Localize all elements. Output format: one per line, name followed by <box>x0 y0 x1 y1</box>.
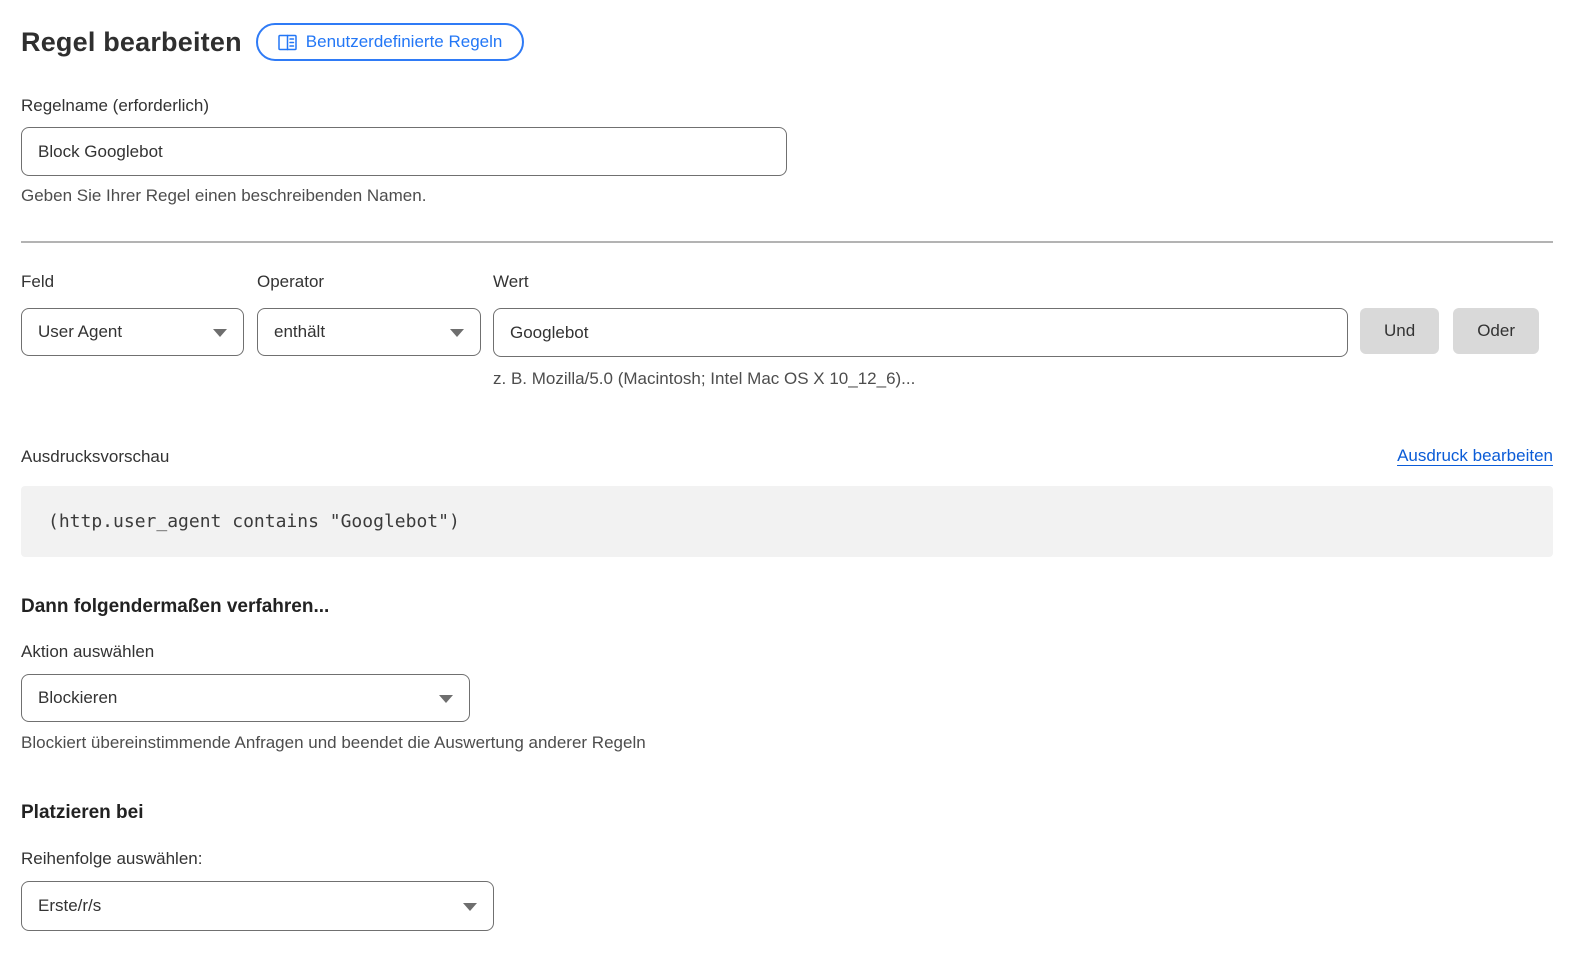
placement-label: Reihenfolge auswählen: <box>21 849 1553 868</box>
or-button[interactable]: Oder <box>1453 308 1539 354</box>
order-select-value: Erste/r/s <box>38 896 101 916</box>
value-help: z. B. Mozilla/5.0 (Macintosh; Intel Mac … <box>493 368 1348 389</box>
action-help: Blockiert übereinstimmende Anfragen und … <box>21 732 1553 753</box>
placement-section: Platzieren bei Reihenfolge auswählen: Er… <box>21 802 1553 931</box>
chevron-down-icon <box>450 329 464 337</box>
expression-header: Ausdrucksvorschau Ausdruck bearbeiten <box>21 446 1553 466</box>
custom-rules-button[interactable]: Benutzerdefinierte Regeln <box>256 23 525 61</box>
section-divider <box>21 241 1553 243</box>
rule-editor-page: Regel bearbeiten Benutzerdefinierte Rege… <box>0 0 1570 931</box>
page-title: Regel bearbeiten <box>21 27 242 58</box>
placement-heading: Platzieren bei <box>21 802 1553 824</box>
rule-name-input[interactable] <box>21 127 787 176</box>
order-select[interactable]: Erste/r/s <box>21 881 494 931</box>
and-button[interactable]: Und <box>1360 308 1439 354</box>
action-select[interactable]: Blockieren <box>21 674 470 722</box>
action-label: Aktion auswählen <box>21 642 1553 661</box>
expression-code-block: (http.user_agent contains "Googlebot") <box>21 486 1553 557</box>
title-row: Regel bearbeiten Benutzerdefinierte Rege… <box>21 22 1553 62</box>
field-column: Feld User Agent <box>21 272 244 356</box>
operator-select[interactable]: enthält <box>257 308 481 356</box>
rule-name-label: Regelname (erforderlich) <box>21 96 1553 115</box>
value-column: Wert z. B. Mozilla/5.0 (Macintosh; Intel… <box>493 272 1348 389</box>
chevron-down-icon <box>463 903 477 911</box>
operator-column: Operator enthält <box>257 272 481 356</box>
action-heading: Dann folgendermaßen verfahren... <box>21 596 1553 618</box>
value-input[interactable] <box>493 308 1348 357</box>
operator-select-value: enthält <box>274 322 325 342</box>
field-select[interactable]: User Agent <box>21 308 244 356</box>
value-label: Wert <box>493 272 1348 291</box>
field-select-value: User Agent <box>38 322 122 342</box>
rule-name-help: Geben Sie Ihrer Regel einen beschreibend… <box>21 185 1553 206</box>
expression-code: (http.user_agent contains "Googlebot") <box>48 511 460 532</box>
custom-rules-button-label: Benutzerdefinierte Regeln <box>306 32 503 52</box>
logic-buttons: Und Oder <box>1360 308 1539 354</box>
action-section: Dann folgendermaßen verfahren... Aktion … <box>21 596 1553 753</box>
action-select-value: Blockieren <box>38 688 117 708</box>
rule-name-section: Regelname (erforderlich) Geben Sie Ihrer… <box>21 96 1553 206</box>
condition-row: Feld User Agent Operator enthält Wert z.… <box>21 272 1553 389</box>
field-label: Feld <box>21 272 244 291</box>
open-book-icon <box>278 34 297 51</box>
operator-label: Operator <box>257 272 481 291</box>
edit-expression-link[interactable]: Ausdruck bearbeiten <box>1397 446 1553 466</box>
expression-preview-label: Ausdrucksvorschau <box>21 447 169 466</box>
chevron-down-icon <box>439 695 453 703</box>
chevron-down-icon <box>213 329 227 337</box>
